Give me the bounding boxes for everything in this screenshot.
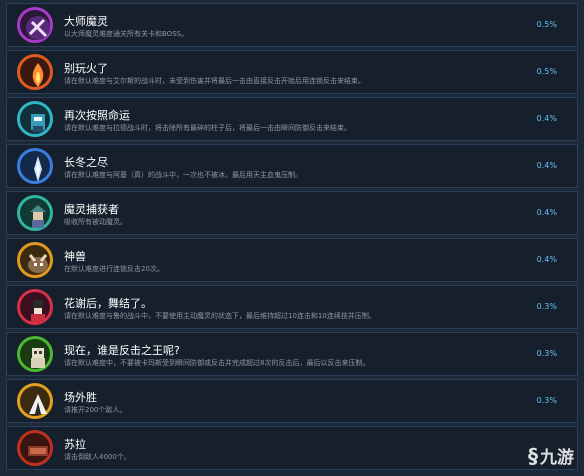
achievement-description: 请击倒敌人4000个。 xyxy=(64,453,131,461)
achievement-description: 请在默认难度与拉德战斗时，将击除所有最碎的柱子后，将最后一击由瞬间防御反击来结束… xyxy=(64,124,351,132)
beast-icon xyxy=(17,242,53,278)
achievement-row[interactable]: 再次按照命运 请在默认难度与拉德战斗时，将击除所有最碎的柱子后，将最后一击由瞬间… xyxy=(6,97,578,141)
achievement-title: 花谢后，舞结了。 xyxy=(64,297,152,310)
achievement-row[interactable]: 魔灵捕获者 吸收所有被动魔灵。 0.4% xyxy=(6,191,578,235)
achievement-description: 吸收所有被动魔灵。 xyxy=(64,218,127,226)
achievement-description: 请在默认难度与阿基（真）的战斗中，一次也不被冰，最后用天主血鬼压制。 xyxy=(64,171,302,179)
achievement-percent: 0.3% xyxy=(536,396,557,405)
flower-dance-icon xyxy=(17,289,53,325)
achievement-row[interactable]: 长冬之尽 请在默认难度与阿基（真）的战斗中，一次也不被冰，最后用天主血鬼压制。 … xyxy=(6,144,578,188)
achievement-percent: 0.4% xyxy=(536,255,557,264)
fire-spirit-icon xyxy=(17,54,53,90)
ring-out-icon xyxy=(17,383,53,419)
achievement-title: 别玩火了 xyxy=(64,62,108,75)
achievement-row[interactable]: 苏拉 请击倒敌人4000个。 xyxy=(6,426,578,470)
achievement-title: 大师魔灵 xyxy=(64,15,108,28)
achievement-percent: 0.3% xyxy=(536,349,557,358)
watermark-logo: § 九游 xyxy=(528,443,574,468)
achievement-row[interactable]: 别玩火了 请在默认难度与艾尔斯的战斗时，未受到伤害并将最后一击由直接反击开始后用… xyxy=(6,50,578,94)
achievement-row[interactable]: 现在，谁是反击之王呢? 请在默认难度中，不要被卡玛斯受到瞬间防御或反击并完成超过… xyxy=(6,332,578,376)
achievement-title: 长冬之尽 xyxy=(64,156,108,169)
achievement-title: 神兽 xyxy=(64,250,86,263)
achievement-title: 现在，谁是反击之王呢? xyxy=(64,344,180,357)
achievement-percent: 0.4% xyxy=(536,114,557,123)
achievement-description: 请在默认难度与艾尔斯的战斗时，未受到伤害并将最后一击由直接反击开始后用连锁反击来… xyxy=(64,77,365,85)
ice-spirit-icon xyxy=(17,148,53,184)
achievement-percent: 0.5% xyxy=(536,67,557,76)
achievement-description: 请推开200个敌人。 xyxy=(64,406,127,414)
achievement-percent: 0.3% xyxy=(536,302,557,311)
achievement-title: 再次按照命运 xyxy=(64,109,130,122)
achievement-list: 大师魔灵 以大师魔灵难度通关所有关卡和BOSS。 0.5% 别玩火了 请在默认难… xyxy=(0,0,584,476)
achievement-title: 苏拉 xyxy=(64,438,86,451)
achievement-percent: 0.4% xyxy=(536,161,557,170)
master-spirit-icon xyxy=(17,7,53,43)
achievement-description: 以大师魔灵难度通关所有关卡和BOSS。 xyxy=(64,30,189,38)
watermark-text: 九游 xyxy=(540,448,574,468)
watermark-mark: § xyxy=(528,444,538,468)
achievement-row[interactable]: 神兽 在默认难度进行连锁反击20次。 0.4% xyxy=(6,238,578,282)
achievement-description: 请在默认难度与鲁的战斗中，不要使用主动魔灵的状态下，最后维持超过10连击和10连… xyxy=(64,312,376,320)
achievement-description: 请在默认难度中，不要被卡玛斯受到瞬间防御或反击并完成超过8次的反击后，最后以反击… xyxy=(64,359,370,367)
achievement-percent: 0.4% xyxy=(536,208,557,217)
achievement-row[interactable]: 大师魔灵 以大师魔灵难度通关所有关卡和BOSS。 0.5% xyxy=(6,3,578,47)
achievement-title: 场外胜 xyxy=(64,391,97,404)
fate-spirit-icon xyxy=(17,101,53,137)
achievement-title: 魔灵捕获者 xyxy=(64,203,119,216)
sura-icon xyxy=(17,430,53,466)
counter-king-icon xyxy=(17,336,53,372)
spirit-catcher-icon xyxy=(17,195,53,231)
achievement-percent: 0.5% xyxy=(536,20,557,29)
achievement-row[interactable]: 场外胜 请推开200个敌人。 0.3% xyxy=(6,379,578,423)
achievement-row[interactable]: 花谢后，舞结了。 请在默认难度与鲁的战斗中，不要使用主动魔灵的状态下，最后维持超… xyxy=(6,285,578,329)
achievement-description: 在默认难度进行连锁反击20次。 xyxy=(64,265,164,273)
